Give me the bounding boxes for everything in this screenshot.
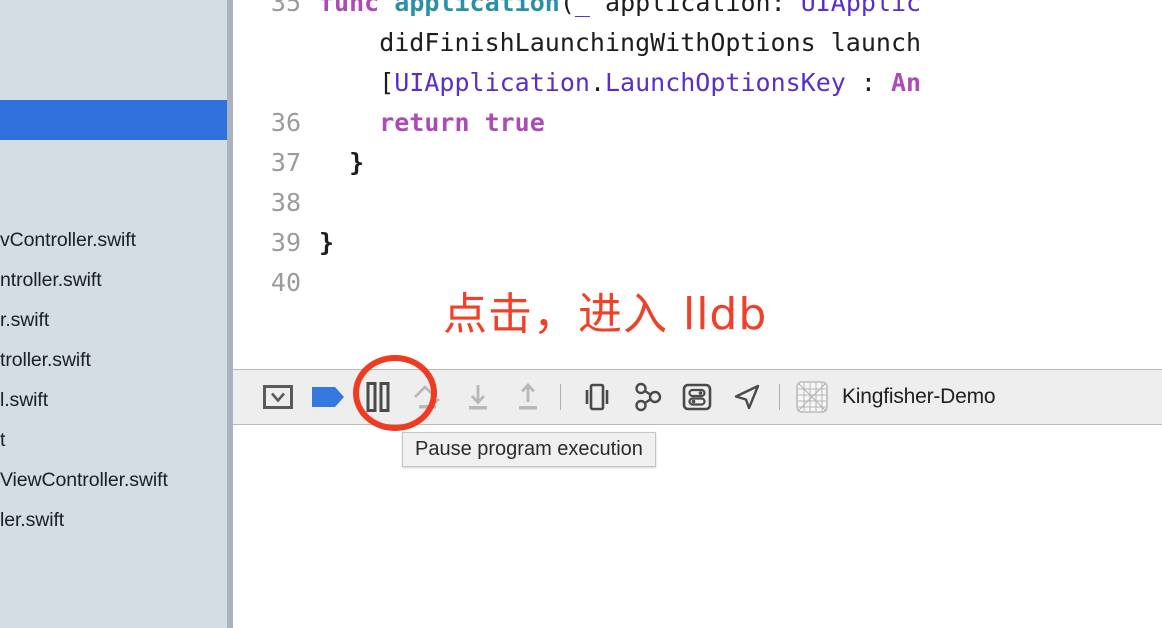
sidebar-item[interactable]: r.swift (0, 300, 227, 340)
code-token: application (394, 0, 560, 17)
pause-button[interactable] (355, 374, 401, 420)
sidebar-item-label: troller.swift (0, 349, 91, 371)
code-text: } (319, 143, 364, 183)
pause-icon (366, 382, 390, 412)
sidebar-item[interactable] (0, 0, 227, 20)
step-over-icon (414, 385, 440, 409)
debug-memory-graph-button[interactable] (624, 374, 670, 420)
toolbar-separator-1 (560, 384, 561, 410)
breakpoint-flag-icon (312, 387, 344, 407)
sidebar-item-label: l.swift (0, 389, 49, 411)
sidebar-item-selected[interactable] (0, 100, 227, 140)
code-token: ( (559, 0, 575, 17)
toolbar-separator-2 (779, 384, 780, 410)
code-text: didFinishLaunchingWithOptions launch (319, 23, 921, 63)
sidebar-item[interactable]: ntroller.swift (0, 260, 227, 300)
step-over-button (405, 374, 451, 420)
process-grid-icon (796, 381, 828, 413)
code-token: func (319, 0, 395, 17)
code-token: UIApplication (394, 68, 590, 97)
sidebar-item[interactable]: vController.swift (0, 220, 227, 260)
line-number: 40 (270, 268, 301, 297)
sidebar-item-label: t (0, 429, 6, 451)
code-token: return true (319, 108, 545, 137)
sidebar-item[interactable]: ViewController.swift (0, 460, 227, 500)
sidebar-item[interactable] (0, 180, 227, 220)
project-navigator[interactable]: vController.swift ntroller.swift r.swift tr… (0, 0, 227, 628)
line-number: 39 (270, 228, 301, 257)
code-token: application: (589, 0, 801, 17)
sidebar-item[interactable]: t (0, 420, 227, 460)
debug-view-hierarchy-button[interactable] (574, 374, 620, 420)
sidebar-item[interactable]: l.swift (0, 380, 227, 420)
code-text: } (319, 223, 334, 263)
code-token: . (589, 68, 605, 97)
line-number: 35 (270, 0, 301, 17)
sidebar-item-label: ViewController.swift (0, 469, 168, 491)
toggle-debug-area-button[interactable] (255, 374, 301, 420)
chinese-annotation: 点击，进入 lldb (443, 289, 768, 340)
sidebar-item-label: ler.swift (0, 509, 65, 531)
environment-overrides-button[interactable] (674, 374, 720, 420)
step-into-button (455, 374, 501, 420)
sidebar-item[interactable] (0, 140, 227, 180)
step-out-button (505, 374, 551, 420)
hide-debug-area-icon (263, 385, 293, 409)
simulate-location-button[interactable] (724, 374, 770, 420)
code-line[interactable]: 36 return true (233, 103, 1162, 143)
code-line[interactable]: 37 } (233, 143, 1162, 183)
sidebar-item[interactable] (0, 60, 227, 100)
code-token: didFinishLaunchingWithOptions launch (319, 28, 922, 57)
code-token: [ (319, 68, 395, 97)
sidebar-item-label: vController.swift (0, 229, 136, 251)
line-number: 38 (270, 188, 301, 217)
code-line[interactable]: 39} (233, 223, 1162, 263)
code-token: } (319, 228, 335, 257)
view-hierarchy-icon (585, 383, 609, 411)
line-number: 37 (270, 148, 301, 177)
code-text: func application(_ application: UIApplic (319, 0, 921, 23)
code-line[interactable]: [UIApplication.LaunchOptionsKey : An (233, 63, 1162, 103)
running-process-item[interactable]: Kingfisher-Demo (795, 380, 996, 414)
location-arrow-icon (734, 384, 760, 410)
code-line[interactable]: 35 func application(_ application: UIAppl… (233, 0, 1162, 23)
code-token: } (319, 148, 365, 177)
code-line[interactable]: 38 (233, 183, 1162, 223)
code-token: : (845, 68, 891, 97)
memory-graph-icon (635, 382, 662, 412)
code-token: _ (574, 0, 590, 17)
sidebar-item[interactable]: troller.swift (0, 340, 227, 380)
environment-overrides-icon (682, 383, 712, 411)
deactivate-breakpoints-button[interactable] (305, 374, 351, 420)
debug-toolbar: Kingfisher-Demo (233, 369, 1162, 425)
sidebar-item[interactable]: ler.swift (0, 500, 227, 540)
code-token: LaunchOptionsKey (605, 68, 846, 97)
pause-tooltip: Pause program execution (402, 432, 656, 467)
code-line[interactable]: didFinishLaunchingWithOptions launch (233, 23, 1162, 63)
code-token: An (890, 68, 922, 97)
xcode-window: vController.swift ntroller.swift r.swift tr… (0, 0, 1162, 628)
sidebar-item-label: r.swift (0, 309, 50, 331)
sidebar-item[interactable] (0, 20, 227, 60)
code-token: UIApplic (800, 0, 922, 17)
step-out-icon (519, 382, 537, 410)
code-text: return true (319, 103, 545, 143)
step-into-icon (469, 385, 487, 410)
line-number: 36 (270, 108, 301, 137)
running-scheme-label: Kingfisher-Demo (842, 385, 996, 408)
sidebar-item-label: ntroller.swift (0, 269, 102, 291)
debug-console[interactable] (233, 425, 1162, 628)
code-text: [UIApplication.LaunchOptionsKey : An (319, 63, 921, 103)
